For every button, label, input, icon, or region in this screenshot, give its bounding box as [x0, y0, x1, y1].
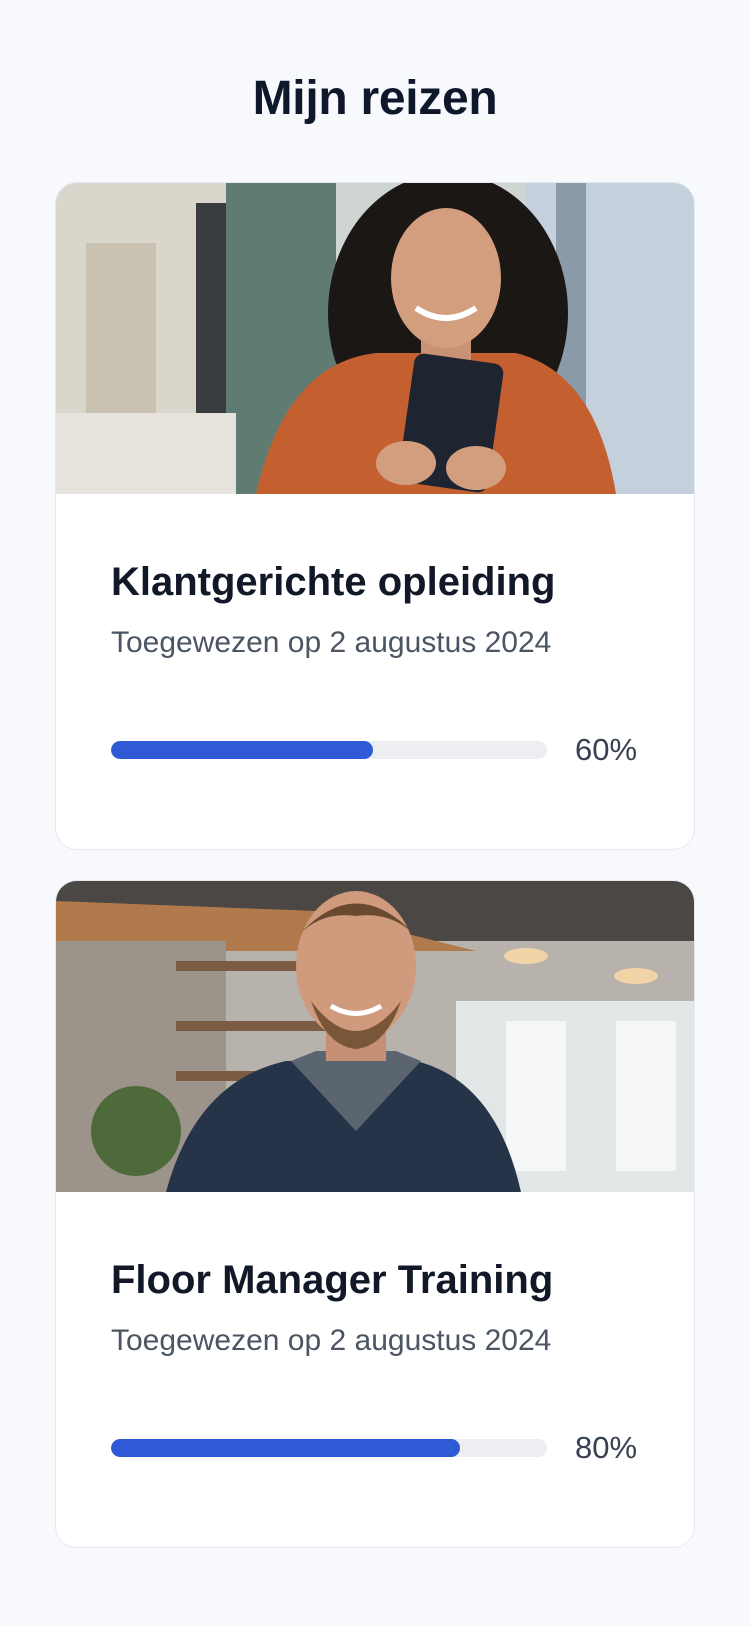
assigned-date: Toegewezen op 2 augustus 2024 — [111, 626, 552, 659]
progress-row: 60% — [111, 732, 639, 768]
card-photo-woman — [56, 183, 694, 494]
assigned-date: Toegewezen op 2 augustus 2024 — [111, 1324, 552, 1357]
course-title: Klantgerichte opleiding — [111, 560, 556, 604]
page-title: Mijn reizen — [252, 72, 498, 125]
progress-row: 80% — [111, 1430, 639, 1466]
progress-percent: 60% — [575, 732, 638, 767]
card-body: Klantgerichte opleiding Toegewezen op 2 … — [56, 494, 694, 768]
journey-card[interactable]: Klantgerichte opleiding Toegewezen op 2 … — [55, 182, 695, 850]
progress-fill — [111, 741, 373, 759]
progress-track — [111, 741, 547, 759]
card-photo-man — [56, 881, 694, 1192]
course-title: Floor Manager Training — [111, 1258, 554, 1302]
progress-percent: 80% — [575, 1430, 638, 1465]
progress-track — [111, 1439, 547, 1457]
card-body: Floor Manager Training Toegewezen op 2 a… — [56, 1192, 694, 1466]
progress-fill — [111, 1439, 460, 1457]
journey-list: Klantgerichte opleiding Toegewezen op 2 … — [0, 134, 750, 1548]
journey-card[interactable]: Floor Manager Training Toegewezen op 2 a… — [55, 880, 695, 1548]
